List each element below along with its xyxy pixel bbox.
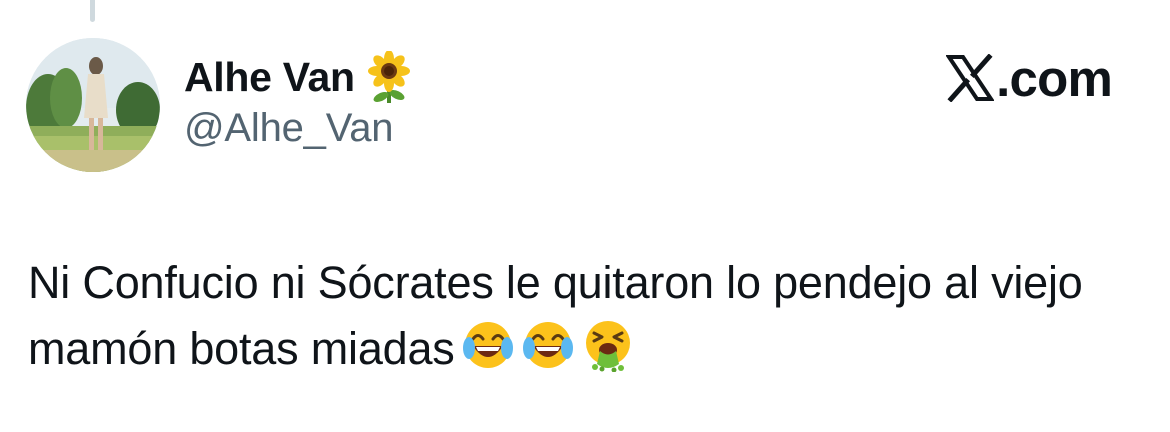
face-vomiting-icon: [581, 318, 635, 372]
tweet-body: Ni Confucio ni Sócrates le quitaron lo p…: [28, 250, 1148, 382]
x-logo-icon: [945, 53, 995, 103]
sunflower-icon: [363, 50, 415, 103]
brand-watermark: .com: [945, 49, 1113, 107]
thread-connector-line: [90, 0, 95, 22]
avatar-photo: [26, 38, 160, 172]
author-handle[interactable]: @Alhe_Van: [184, 106, 394, 151]
author-name-row[interactable]: Alhe Van: [184, 50, 415, 104]
brand-domain-suffix: .com: [996, 49, 1113, 107]
author-display-name[interactable]: Alhe Van: [184, 54, 355, 101]
avatar[interactable]: [26, 38, 160, 172]
face-with-tears-of-joy-icon: [461, 318, 515, 372]
face-with-tears-of-joy-icon: [521, 318, 575, 372]
